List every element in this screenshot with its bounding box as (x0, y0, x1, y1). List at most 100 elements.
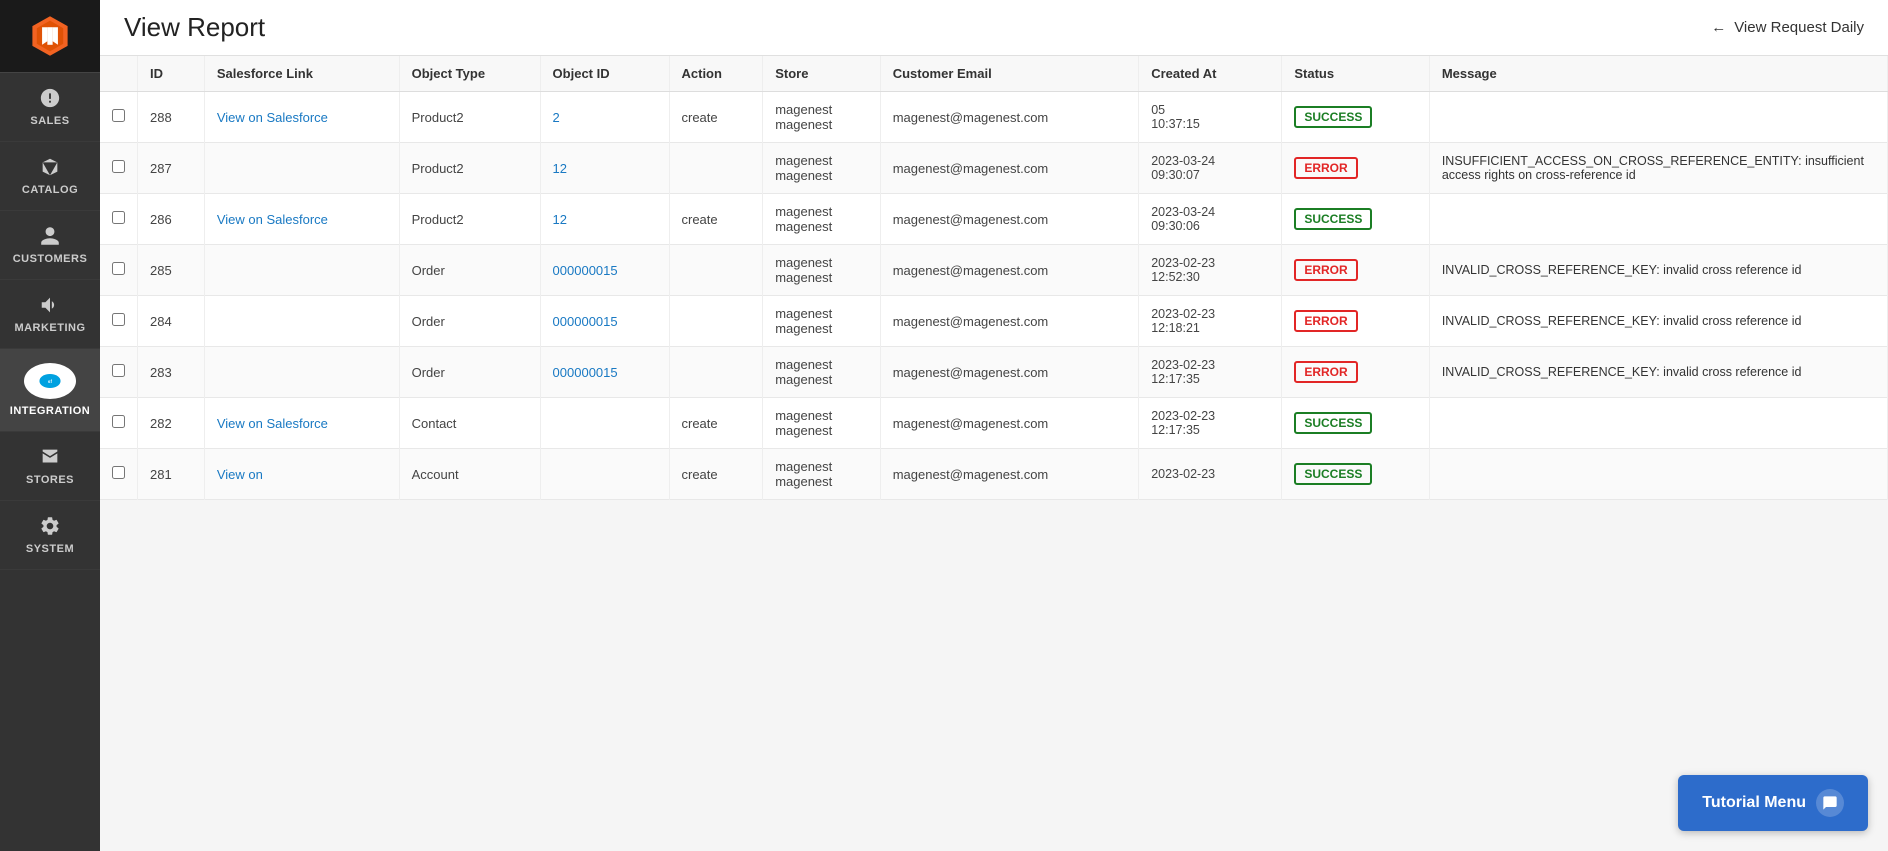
col-email: Customer Email (880, 56, 1138, 92)
row-store: magenest magenest (763, 143, 881, 194)
row-checkbox[interactable] (112, 415, 125, 428)
row-status: SUCCESS (1282, 194, 1429, 245)
row-sf-link[interactable]: View on Salesforce (204, 398, 399, 449)
row-store: magenest magenest (763, 449, 881, 500)
object-id-link[interactable]: 2 (553, 110, 560, 125)
col-object-type: Object Type (399, 56, 540, 92)
sidebar-item-system[interactable]: SYSTEM (0, 501, 100, 570)
sidebar-item-catalog[interactable]: CATALOG (0, 142, 100, 211)
table-row: 285 Order 000000015 magenest magenest ma… (100, 245, 1888, 296)
col-id: ID (138, 56, 205, 92)
row-object-type: Product2 (399, 92, 540, 143)
row-store: magenest magenest (763, 92, 881, 143)
row-sf-link (204, 296, 399, 347)
row-message (1429, 449, 1887, 500)
object-id-link[interactable]: 12 (553, 212, 567, 227)
table-row: 284 Order 000000015 magenest magenest ma… (100, 296, 1888, 347)
salesforce-link[interactable]: View on (217, 467, 263, 482)
table-row: 283 Order 000000015 magenest magenest ma… (100, 347, 1888, 398)
row-checkbox-cell (100, 449, 138, 500)
row-sf-link[interactable]: View on Salesforce (204, 92, 399, 143)
row-store: magenest magenest (763, 398, 881, 449)
sidebar-logo (0, 0, 100, 73)
row-id: 282 (138, 398, 205, 449)
object-id-link[interactable]: 000000015 (553, 365, 618, 380)
back-link-label: View Request Daily (1734, 19, 1864, 36)
row-action: create (669, 92, 763, 143)
row-checkbox[interactable] (112, 466, 125, 479)
col-object-id: Object ID (540, 56, 669, 92)
row-checkbox[interactable] (112, 211, 125, 224)
row-message (1429, 398, 1887, 449)
row-object-type: Account (399, 449, 540, 500)
salesforce-link[interactable]: View on Salesforce (217, 212, 328, 227)
sidebar-item-stores[interactable]: STORES (0, 432, 100, 501)
object-id-link[interactable]: 000000015 (553, 314, 618, 329)
status-badge: ERROR (1294, 157, 1357, 179)
row-status: ERROR (1282, 296, 1429, 347)
sidebar-item-marketing-label: MARKETING (14, 322, 85, 334)
col-sf-link: Salesforce Link (204, 56, 399, 92)
sidebar: SALES CATALOG CUSTOMERS MARKETING SF INT… (0, 0, 100, 851)
row-checkbox[interactable] (112, 364, 125, 377)
row-message (1429, 92, 1887, 143)
chat-icon (1816, 789, 1844, 817)
row-object-type: Order (399, 296, 540, 347)
salesforce-link[interactable]: View on Salesforce (217, 110, 328, 125)
col-status: Status (1282, 56, 1429, 92)
row-status: ERROR (1282, 143, 1429, 194)
salesforce-icon: SF (24, 363, 76, 399)
row-checkbox[interactable] (112, 109, 125, 122)
row-checkbox[interactable] (112, 313, 125, 326)
row-status: SUCCESS (1282, 449, 1429, 500)
row-id: 286 (138, 194, 205, 245)
row-object-id[interactable]: 000000015 (540, 296, 669, 347)
salesforce-link[interactable]: View on Salesforce (217, 416, 328, 431)
row-sf-link[interactable]: View on (204, 449, 399, 500)
tutorial-menu-button[interactable]: Tutorial Menu (1678, 775, 1868, 831)
sidebar-item-marketing[interactable]: MARKETING (0, 280, 100, 349)
table-header-row: ID Salesforce Link Object Type Object ID… (100, 56, 1888, 92)
row-object-id[interactable]: 12 (540, 143, 669, 194)
row-object-id[interactable]: 12 (540, 194, 669, 245)
row-object-id[interactable]: 2 (540, 92, 669, 143)
back-link[interactable]: ← View Request Daily (1711, 19, 1864, 36)
table-row: 287 Product2 12 magenest magenest magene… (100, 143, 1888, 194)
row-email: magenest@magenest.com (880, 194, 1138, 245)
row-checkbox[interactable] (112, 262, 125, 275)
row-created-at: 2023-02-23 12:17:35 (1139, 398, 1282, 449)
row-sf-link (204, 143, 399, 194)
sidebar-item-customers[interactable]: CUSTOMERS (0, 211, 100, 280)
row-email: magenest@magenest.com (880, 398, 1138, 449)
row-email: magenest@magenest.com (880, 143, 1138, 194)
row-id: 283 (138, 347, 205, 398)
row-created-at: 2023-03-24 09:30:06 (1139, 194, 1282, 245)
row-message: INVALID_CROSS_REFERENCE_KEY: invalid cro… (1429, 245, 1887, 296)
sidebar-item-sales[interactable]: SALES (0, 73, 100, 142)
object-id-link[interactable]: 12 (553, 161, 567, 176)
status-badge: ERROR (1294, 259, 1357, 281)
col-action: Action (669, 56, 763, 92)
report-table: ID Salesforce Link Object Type Object ID… (100, 56, 1888, 500)
gear-icon (39, 515, 61, 537)
row-status: ERROR (1282, 347, 1429, 398)
sidebar-item-integration[interactable]: SF INTEGRATION (0, 349, 100, 432)
object-id-link[interactable]: 000000015 (553, 263, 618, 278)
status-badge: ERROR (1294, 361, 1357, 383)
report-table-container: ID Salesforce Link Object Type Object ID… (100, 56, 1888, 851)
row-created-at: 2023-02-23 (1139, 449, 1282, 500)
row-store: magenest magenest (763, 245, 881, 296)
row-object-id[interactable]: 000000015 (540, 347, 669, 398)
table-row: 282 View on Salesforce Contact create ma… (100, 398, 1888, 449)
row-message: INVALID_CROSS_REFERENCE_KEY: invalid cro… (1429, 296, 1887, 347)
megaphone-icon (39, 294, 61, 316)
tutorial-menu-label: Tutorial Menu (1702, 794, 1806, 812)
row-sf-link[interactable]: View on Salesforce (204, 194, 399, 245)
row-checkbox[interactable] (112, 160, 125, 173)
row-action (669, 347, 763, 398)
row-created-at: 05 10:37:15 (1139, 92, 1282, 143)
row-created-at: 2023-02-23 12:17:35 (1139, 347, 1282, 398)
person-icon (39, 225, 61, 247)
row-object-id[interactable]: 000000015 (540, 245, 669, 296)
row-message: INVALID_CROSS_REFERENCE_KEY: invalid cro… (1429, 347, 1887, 398)
